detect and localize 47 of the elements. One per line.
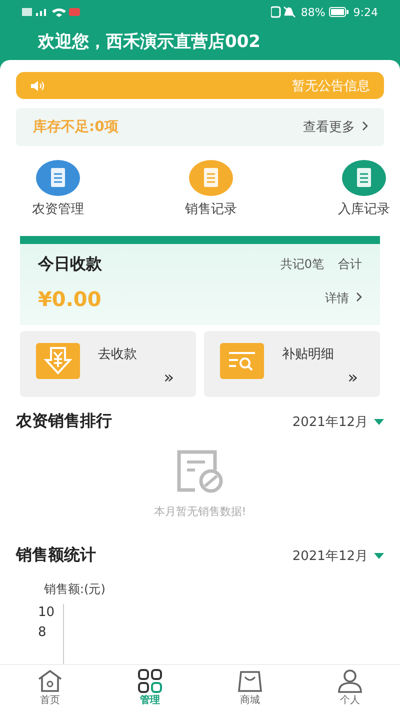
shortcut-label[interactable]: 农资管理 [32, 200, 84, 218]
document-icon[interactable] [36, 160, 80, 196]
tab[interactable]: 个人 [325, 669, 375, 707]
axis-tick: 8 [38, 624, 48, 641]
axis-tick: 10 [38, 604, 55, 621]
page-title: 欢迎您，西禾演示直营店002 [36, 31, 262, 53]
axis-title: 销售额:(元) [44, 582, 106, 596]
bag-icon [237, 669, 263, 693]
record-count: 共记0笔 [280, 256, 324, 273]
stock-shortage: 库存不足:0项 [33, 118, 118, 136]
list-search-icon [220, 343, 264, 379]
battery-icon [329, 7, 350, 17]
notice-text: 暂无公告信息 [292, 78, 370, 94]
person-icon [337, 669, 363, 693]
view-more-link[interactable]: 查看更多 [302, 118, 368, 136]
home-icon [37, 669, 63, 693]
card-title: 今日收款 [38, 254, 102, 275]
tab[interactable]: 商城 [225, 669, 275, 707]
mute-icon [270, 6, 297, 18]
battery-level: 88% [300, 6, 326, 18]
details-link[interactable]: 详情 [325, 290, 362, 308]
no-data-icon [175, 448, 225, 494]
grid-icon [137, 669, 163, 693]
month-picker[interactable]: 2021年12月 [292, 412, 384, 430]
shortcut-label[interactable]: 入库记录 [338, 200, 390, 218]
shortcut-label[interactable]: 销售记录 [185, 200, 237, 218]
clock: 9:24 [353, 6, 378, 18]
chevron-right-icon [356, 292, 362, 302]
chevron-right-icon [362, 120, 368, 131]
signal-icon [22, 6, 82, 18]
action-label: 去收款 [98, 346, 137, 363]
action-card[interactable]: 去收款 » [20, 331, 196, 397]
amount: ¥0.00 [38, 286, 102, 311]
yuan-download-icon [36, 343, 80, 379]
tab[interactable]: 首页 [25, 669, 75, 707]
speaker-icon [30, 80, 46, 92]
document-icon[interactable] [189, 160, 233, 196]
section-title: 农资销售排行 [16, 411, 112, 432]
action-card[interactable]: 补贴明细 » [204, 331, 380, 397]
action-label: 补贴明细 [282, 346, 334, 363]
month-picker[interactable]: 2021年12月 [292, 546, 384, 564]
double-arrow: » [348, 370, 358, 387]
double-arrow: » [164, 370, 174, 387]
document-icon[interactable] [342, 160, 386, 196]
section-title: 销售额统计 [16, 545, 96, 566]
total-label: 合计 [338, 256, 362, 273]
empty-message: 本月暂无销售数据! [154, 504, 246, 519]
